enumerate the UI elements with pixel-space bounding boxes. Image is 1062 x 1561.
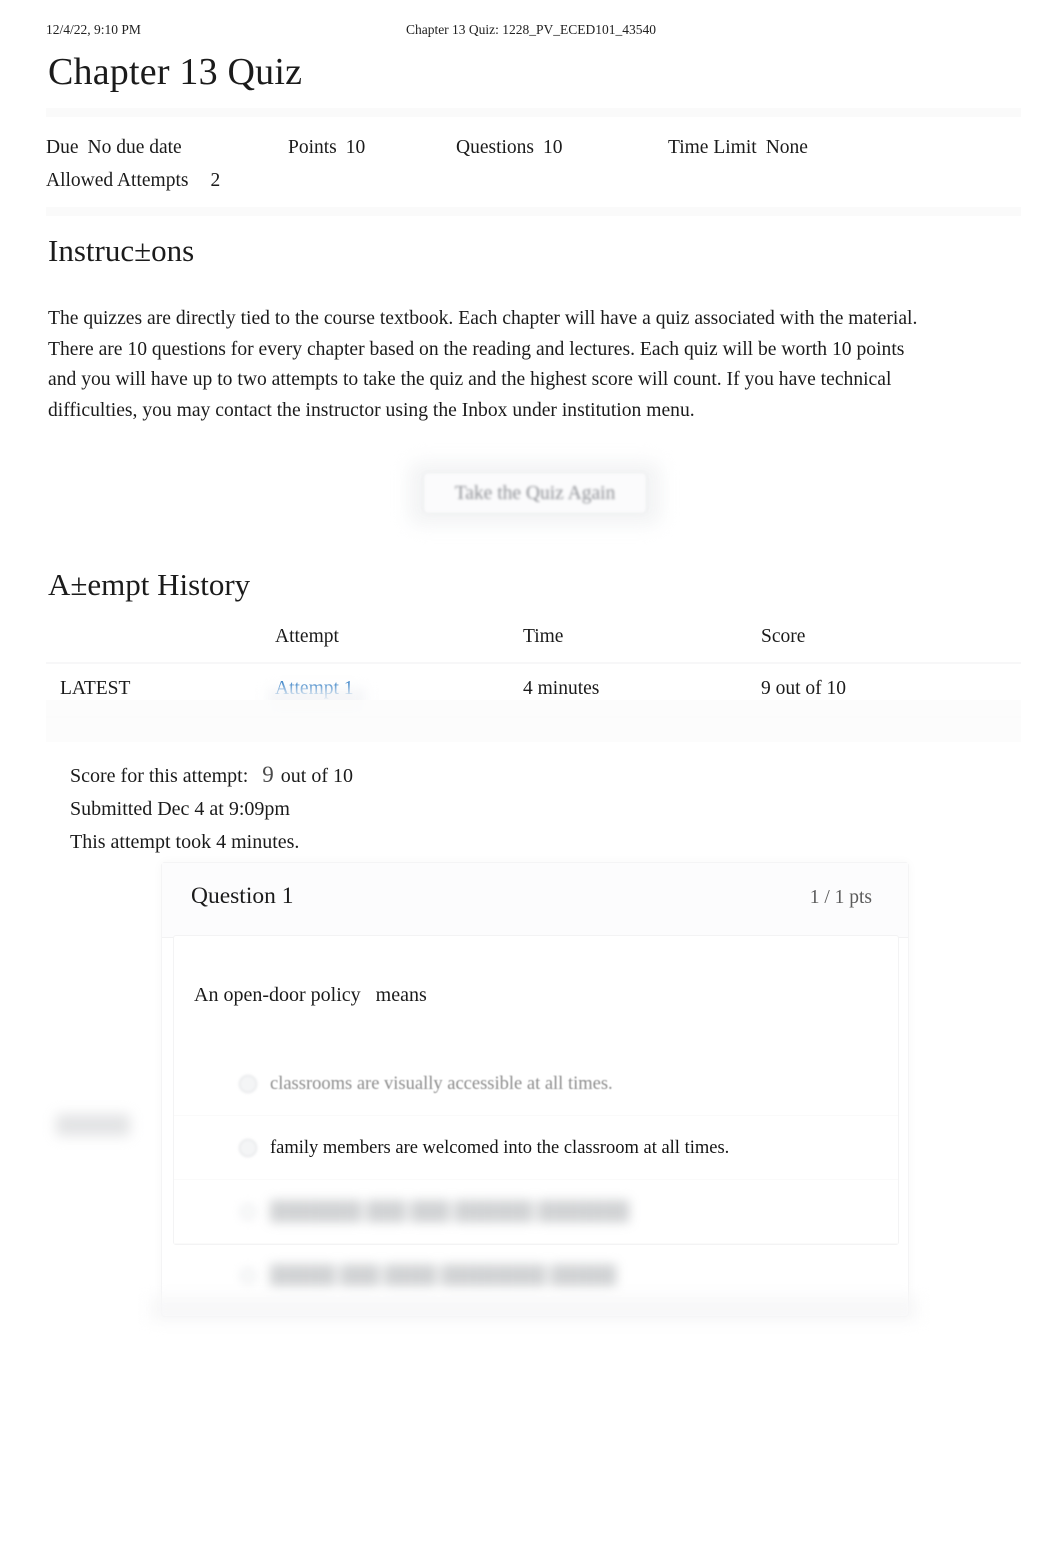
attempt-submitted-line: Submitted Dec 4 at 9:09pm (70, 798, 290, 820)
meta-due-label: Due (46, 137, 79, 158)
attempt-1-link[interactable]: Attempt 1 (275, 678, 354, 699)
answer-option-3[interactable]: ███████ ███ ███ ██████ ███████ (174, 1179, 898, 1243)
quiz-results-page: 12/4/22, 9:10 PM Chapter 13 Quiz: 1228_P… (0, 0, 1062, 1561)
meta-points-value: 10 (345, 137, 366, 158)
answer-option-label: classrooms are visually accessible at al… (270, 1073, 613, 1094)
retake-quiz-container: Take the Quiz Again (409, 462, 661, 525)
answer-option-label: ███████ ███ ███ ██████ ███████ (270, 1201, 630, 1222)
meta-allowed-attempts-label: Allowed Attempts (46, 170, 189, 191)
attempt-history-table: Attempt Time Score LATEST Attempt 1 4 mi… (46, 626, 1021, 718)
meta-time-limit-value: None (765, 137, 808, 158)
table-row: LATEST Attempt 1 4 minutes 9 out of 10 (46, 663, 1021, 717)
meta-questions: Questions 10 (456, 131, 668, 164)
meta-questions-label: Questions (456, 137, 534, 158)
question-header: Question 1 1 / 1 pts (162, 863, 908, 938)
question-points: 1 / 1 pts (809, 887, 872, 908)
quiz-meta-row-primary: Due No due date Points 10 Questions 10 Time… (46, 131, 1021, 164)
answer-option-2[interactable]: family members are welcomed into the cla… (174, 1115, 898, 1179)
attempt-history-head: Attempt Time Score (46, 626, 1021, 663)
quiz-meta-row-secondary: Allowed Attempts 2 (46, 164, 1021, 197)
question-body: An open-door policy means classrooms are… (173, 935, 899, 1286)
radio-button-icon[interactable] (239, 1074, 257, 1093)
answer-options: classrooms are visually accessible at al… (174, 1052, 898, 1307)
attempt-history-heading: A±empt History (48, 567, 251, 602)
question-text: An open-door policy means (194, 984, 427, 1006)
question-number: Question 1 (191, 883, 294, 909)
attempt-cell: Attempt 1 (275, 663, 523, 717)
radio-button-icon[interactable] (239, 1202, 257, 1221)
attempt-score-suffix: out of 10 (280, 765, 354, 787)
take-quiz-again-button[interactable]: Take the Quiz Again (423, 472, 647, 514)
column-header-score: Score (761, 626, 806, 647)
attempt-history-header-row: Attempt Time Score (46, 626, 1021, 663)
attempt-score-cell: 9 out of 10 (761, 678, 847, 699)
print-header: 12/4/22, 9:10 PM Chapter 13 Quiz: 1228_P… (46, 22, 1016, 42)
meta-points: Points 10 (288, 131, 456, 164)
instructions-heading: Instruc±ons (48, 233, 195, 268)
answer-option-1[interactable]: classrooms are visually accessible at al… (174, 1052, 898, 1115)
meta-time-limit-label: Time Limit (668, 137, 757, 158)
print-date: 12/4/22, 9:10 PM (46, 22, 141, 37)
page-title: Chapter 13 Quiz (48, 51, 303, 93)
attempt-summary: Score for this attempt: 9 out of 10 Submit… (70, 758, 353, 859)
question-card: Question 1 1 / 1 pts An open-door policy… (161, 862, 909, 1317)
attempt-history-body: LATEST Attempt 1 4 minutes 9 out of 10 (46, 663, 1021, 717)
print-document-title: Chapter 13 Quiz: 1228_PV_ECED101_43540 (405, 22, 657, 37)
meta-due: Due No due date (46, 131, 288, 164)
answer-option-label: family members are welcomed into the cla… (270, 1137, 730, 1158)
radio-button-icon[interactable] (239, 1266, 257, 1285)
column-header-kept (46, 626, 275, 663)
column-header-time: Time (523, 626, 564, 647)
attempt-kept-badge: LATEST (60, 678, 131, 699)
correct-answer-marker-smudge (56, 1114, 130, 1136)
meta-allowed-attempts-value: 2 (210, 170, 221, 191)
meta-questions-value: 10 (543, 137, 563, 158)
answer-option-label: █████ ███ ████ ████████ █████ (270, 1265, 617, 1286)
radio-button-icon[interactable] (239, 1138, 257, 1157)
meta-due-value: No due date (87, 137, 182, 158)
attempt-score-value: 9 (262, 762, 274, 787)
meta-points-label: Points (288, 137, 337, 158)
quiz-meta-band: Due No due date Points 10 Questions 10 Time… (46, 108, 1021, 216)
attempt-duration-line: This attempt took 4 minutes. (70, 831, 300, 853)
instructions-body: The quizzes are directly tied to the cou… (48, 308, 918, 421)
column-header-attempt: Attempt (275, 626, 339, 647)
meta-allowed-attempts: Allowed Attempts 2 (46, 164, 220, 197)
attempt-score-line: Score for this attempt: 9 out of 10 (70, 758, 353, 793)
attempt-score-label: Score for this attempt: (70, 765, 249, 787)
attempt-time-cell: 4 minutes (523, 678, 600, 699)
meta-time-limit: Time Limit None (668, 131, 808, 164)
answer-option-4[interactable]: █████ ███ ████ ████████ █████ (174, 1243, 898, 1307)
